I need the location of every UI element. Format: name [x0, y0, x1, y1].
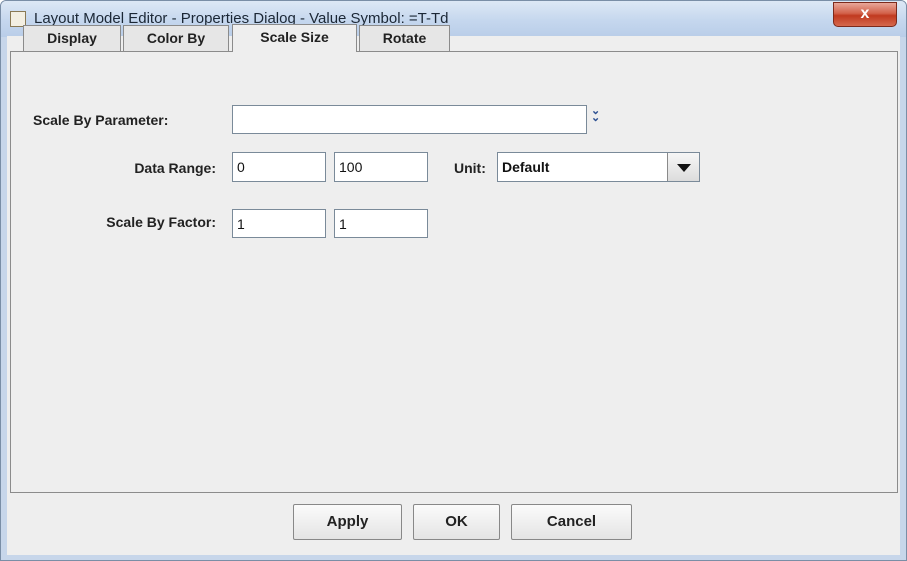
tab-rotate[interactable]: Rotate: [359, 25, 450, 51]
scale-by-parameter-label: Scale By Parameter:: [33, 112, 169, 128]
unit-select[interactable]: Default: [497, 152, 700, 182]
data-range-min-input[interactable]: [232, 152, 326, 182]
scale-by-parameter-input[interactable]: [232, 105, 587, 134]
unit-label: Unit:: [454, 160, 486, 176]
window-border-bottom: [1, 556, 906, 560]
unit-select-value: Default: [502, 159, 550, 175]
tab-color-by[interactable]: Color By: [123, 25, 229, 51]
scale-by-factor-max-input[interactable]: [334, 209, 428, 238]
cancel-button[interactable]: Cancel: [511, 504, 632, 540]
tab-scale-size[interactable]: Scale Size: [232, 24, 357, 52]
double-chevron-down-icon[interactable]: ⌄ ⌄: [591, 106, 605, 124]
ok-button[interactable]: OK: [413, 504, 500, 540]
unit-dropdown-button[interactable]: [667, 153, 699, 181]
apply-button[interactable]: Apply: [293, 504, 402, 540]
window-border-right: [901, 37, 906, 560]
scale-by-factor-label: Scale By Factor:: [106, 214, 216, 230]
data-range-max-input[interactable]: [334, 152, 428, 182]
triangle-down-icon: [677, 164, 691, 172]
scale-by-factor-min-input[interactable]: [232, 209, 326, 238]
close-button[interactable]: x: [833, 2, 897, 27]
data-range-label: Data Range:: [134, 160, 216, 176]
tab-display[interactable]: Display: [23, 25, 121, 51]
